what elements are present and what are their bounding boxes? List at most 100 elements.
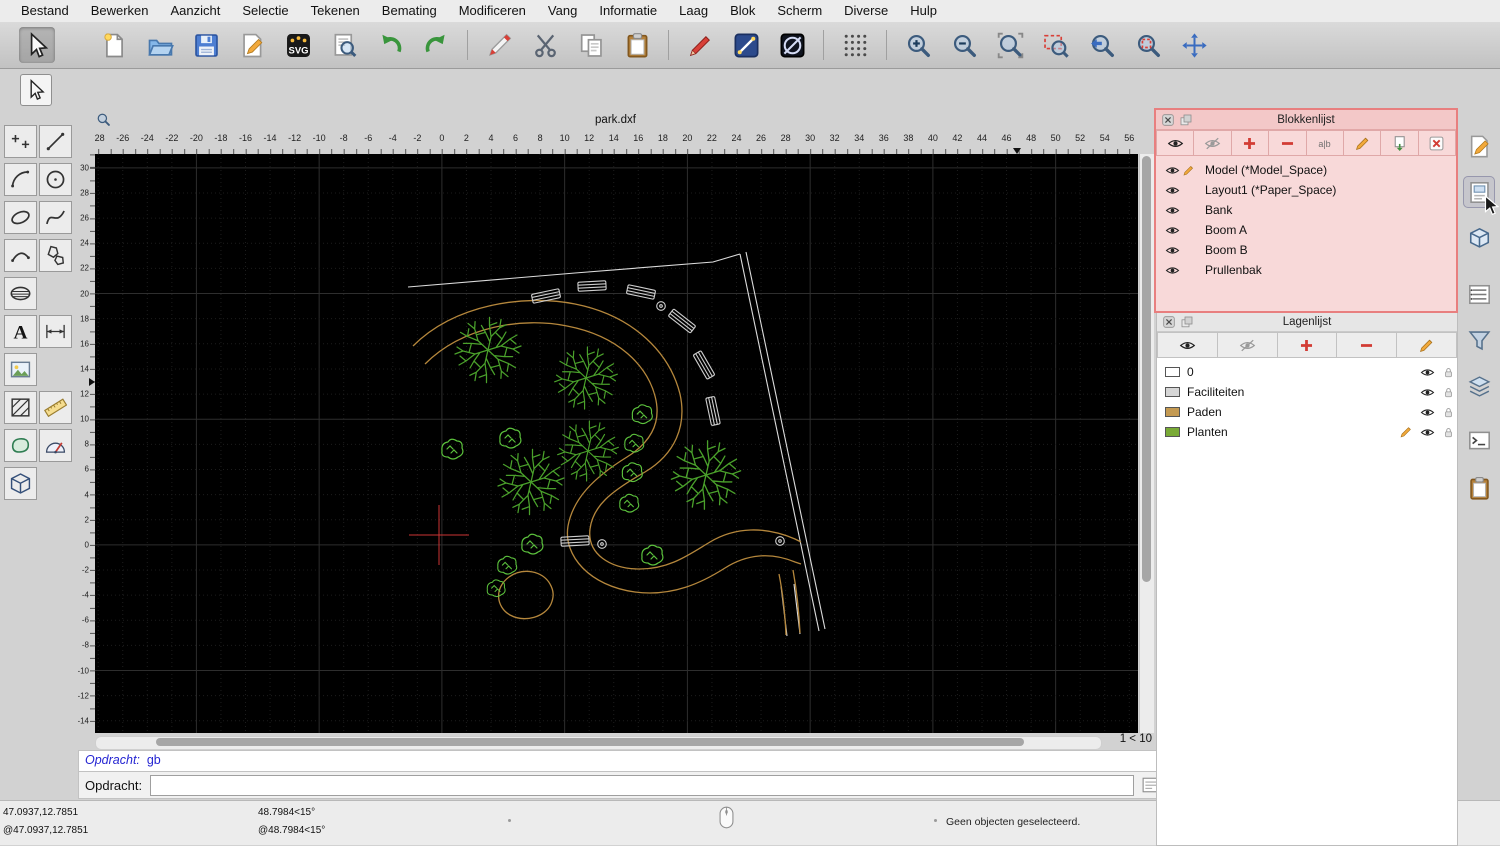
eye-closed-button[interactable] [1194,130,1232,156]
layer-lock-icon[interactable] [1442,366,1455,379]
point-tool-button[interactable] [4,125,37,158]
rename-ab-button[interactable]: a|b [1306,130,1344,156]
zoom-in-button[interactable] [900,27,936,63]
block-list-item[interactable]: Bank [1156,200,1456,220]
minus-button[interactable] [1337,332,1398,358]
correction-pen-button[interactable] [481,27,517,63]
horizontal-scrollbar-thumb[interactable] [156,738,1024,746]
plus-button[interactable] [1231,130,1270,156]
save-file-button[interactable] [188,27,224,63]
circle-tool-button[interactable] [39,163,72,196]
layer-lock-icon[interactable] [1442,426,1455,439]
line-tool-button[interactable] [39,125,72,158]
layer-list-item[interactable]: Paden [1157,402,1457,422]
block-list-panel-button[interactable] [1463,222,1495,254]
text-tool-button[interactable]: A [4,315,37,348]
arc-tool-button[interactable] [4,163,37,196]
block-list-panel-titlebar[interactable]: Blokkenlijst [1156,110,1456,130]
layer-color-swatch[interactable] [1165,427,1180,437]
eye-open-button[interactable] [1156,130,1195,156]
eye-open-button[interactable] [1157,332,1218,358]
plus-button[interactable] [1277,332,1338,358]
edit-drawing-button[interactable] [234,27,270,63]
zoom-previous-button[interactable] [1084,27,1120,63]
layer-color-swatch[interactable] [1165,367,1180,377]
image-tool-button[interactable] [4,353,37,386]
polygon-tool-button[interactable] [39,239,72,272]
redo-button[interactable] [418,27,454,63]
block-list-item[interactable]: Boom B [1156,240,1456,260]
block-visibility-icon[interactable] [1164,222,1180,238]
paste-button[interactable] [619,27,655,63]
layer-visibility-icon[interactable] [1420,365,1435,380]
menu-bewerken[interactable]: Bewerken [80,0,160,22]
selection-pointer-button[interactable] [19,27,55,63]
delete-x-button[interactable] [1418,130,1456,156]
menu-laag[interactable]: Laag [668,0,719,22]
block-visibility-icon[interactable] [1164,182,1180,198]
blocks-panel-detach-button[interactable] [1180,114,1192,126]
layer-color-swatch[interactable] [1165,407,1180,417]
hatch-ellipse-tool-button[interactable] [4,277,37,310]
layer-lock-icon[interactable] [1442,406,1455,419]
menu-hulp[interactable]: Hulp [899,0,948,22]
menu-selectie[interactable]: Selectie [231,0,299,22]
layer-color-swatch[interactable] [1165,387,1180,397]
copy-button[interactable] [573,27,609,63]
layer-list-item[interactable]: 0 [1157,362,1457,382]
cut-button[interactable] [527,27,563,63]
draw-pen-button[interactable] [682,27,718,63]
measure-tool-button[interactable] [39,391,72,424]
selection-filter-panel-button[interactable] [1463,324,1495,356]
hatch-tool-button[interactable] [4,391,37,424]
selection-pointer-tool-button[interactable] [20,74,52,106]
protractor-tool-button[interactable] [39,429,72,462]
layer-visibility-icon[interactable] [1420,425,1435,440]
block-list-item[interactable]: Prullenbak [1156,260,1456,280]
spline-tool-button[interactable] [39,201,72,234]
grid-toggle-button[interactable] [837,27,873,63]
layer-visibility-icon[interactable] [1420,385,1435,400]
line-style-box-button[interactable] [728,27,764,63]
menu-tekenen[interactable]: Tekenen [300,0,371,22]
zoom-window-button[interactable] [1038,27,1074,63]
block-visibility-icon[interactable] [1164,162,1180,178]
menu-scherm[interactable]: Scherm [766,0,833,22]
insert-block-button[interactable] [1381,130,1419,156]
layer-list-panel-titlebar[interactable]: Lagenlijst [1157,312,1457,332]
clipboard-panel-button[interactable] [1463,472,1495,504]
dimension-tool-button[interactable] [39,315,72,348]
pencil-button[interactable] [1343,130,1382,156]
svg-logo-button[interactable]: SVG [280,27,316,63]
property-editor-panel-button[interactable] [1463,130,1495,162]
vertical-scrollbar-thumb[interactable] [1142,156,1151,582]
block-list-item[interactable]: Model (*Model_Space) [1156,160,1456,180]
isometric-tool-button[interactable] [4,467,37,500]
block-visibility-icon[interactable] [1164,242,1180,258]
freehand-tool-button[interactable] [4,239,37,272]
menu-blok[interactable]: Blok [719,0,766,22]
drawing-canvas[interactable] [95,154,1138,733]
layer-lock-icon[interactable] [1442,386,1455,399]
vertical-scrollbar[interactable] [1139,154,1154,733]
pencil-button[interactable] [1397,332,1457,358]
menu-bemating[interactable]: Bemating [371,0,448,22]
ellipse-slash-button[interactable] [774,27,810,63]
print-preview-button[interactable] [326,27,362,63]
ellipse-tool-button[interactable] [4,201,37,234]
command-line-panel-button[interactable] [1463,424,1495,456]
zoom-auto-button[interactable] [992,27,1028,63]
menu-vang[interactable]: Vang [537,0,588,22]
eye-closed-button[interactable] [1217,332,1278,358]
blocks-panel-close-button[interactable] [1162,113,1174,126]
layer-list-item[interactable]: Planten [1157,422,1457,442]
menu-aanzicht[interactable]: Aanzicht [160,0,232,22]
open-file-button[interactable] [142,27,178,63]
menu-bestand[interactable]: Bestand [10,0,80,22]
layers-panel-detach-button[interactable] [1181,316,1193,328]
layer-list-item[interactable]: Faciliteiten [1157,382,1457,402]
menu-modificeren[interactable]: Modificeren [448,0,537,22]
horizontal-scrollbar[interactable] [95,736,1102,750]
layer-list-panel-button[interactable] [1463,370,1495,402]
shape-tool-button[interactable] [4,429,37,462]
